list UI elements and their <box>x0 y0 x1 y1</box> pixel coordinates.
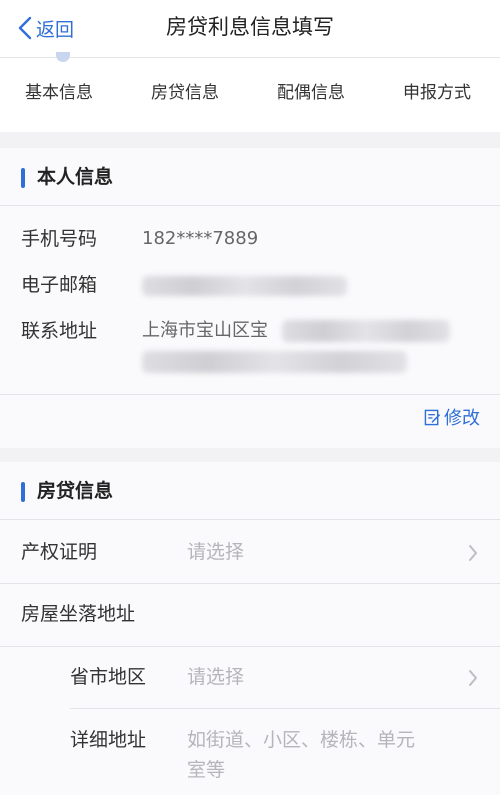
address-value: 上海市宝山区宝 <box>142 320 268 341</box>
divider <box>0 394 500 395</box>
detail-address-placeholder-line1[interactable]: 如街道、小区、楼栋、单元 <box>187 726 415 754</box>
detail-address-label: 详细地址 <box>70 729 147 751</box>
chevron-right-icon <box>469 545 477 561</box>
divider <box>70 708 500 709</box>
step-indicator-1 <box>56 52 70 62</box>
edit-icon <box>424 409 441 425</box>
section-header: 本人信息 <box>0 148 500 206</box>
email-value-blurred <box>142 276 347 296</box>
section-header: 房贷信息 <box>0 462 500 520</box>
step-tabs: 基本信息 房贷信息 配偶信息 申报方式 <box>0 52 500 132</box>
address-label: 联系地址 <box>21 320 98 342</box>
address-value-blurred-2 <box>142 351 407 373</box>
section-title: 房贷信息 <box>37 480 114 502</box>
step-declare-method[interactable]: 申报方式 <box>403 78 471 103</box>
personal-info-section: 本人信息 手机号码 182****7889 电子邮箱 联系地址 上海市宝山区宝 … <box>0 148 500 448</box>
email-label: 电子邮箱 <box>21 274 98 296</box>
step-basic-info[interactable]: 基本信息 <box>25 78 93 103</box>
house-location-label: 房屋坐落地址 <box>21 603 136 625</box>
section-title: 本人信息 <box>37 166 114 188</box>
page-title: 房贷利息信息填写 <box>166 15 334 39</box>
step-spouse-info[interactable]: 配偶信息 <box>277 78 345 103</box>
edit-button[interactable]: 修改 <box>424 404 480 430</box>
section-accent-bar <box>21 482 25 502</box>
detail-address-placeholder-line2[interactable]: 室等 <box>187 756 225 784</box>
address-value-blurred-1 <box>282 320 450 342</box>
phone-label: 手机号码 <box>21 228 98 250</box>
property-proof-placeholder: 请选择 <box>187 541 245 563</box>
region-placeholder: 请选择 <box>187 666 245 688</box>
property-proof-label: 产权证明 <box>21 541 98 563</box>
divider <box>0 583 500 584</box>
divider <box>0 646 500 647</box>
loan-info-section: 房贷信息 产权证明 请选择 房屋坐落地址 省市地区 请选择 详细地址 如街道、小… <box>0 462 500 795</box>
section-accent-bar <box>21 168 25 188</box>
step-loan-info[interactable]: 房贷信息 <box>151 78 219 103</box>
chevron-right-icon <box>469 670 477 686</box>
phone-value: 182****7889 <box>142 228 259 249</box>
nav-header: 返回 房贷利息信息填写 <box>0 0 500 58</box>
region-label: 省市地区 <box>70 666 147 688</box>
edit-label: 修改 <box>444 408 480 429</box>
